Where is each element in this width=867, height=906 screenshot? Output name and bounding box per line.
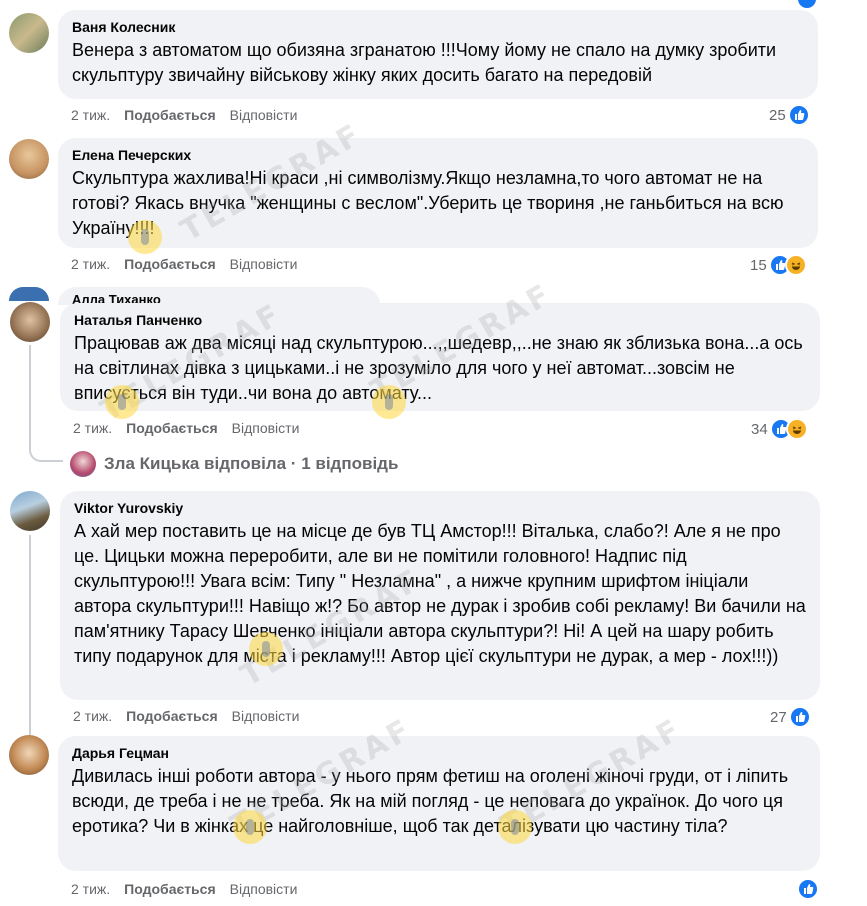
comment-text: Працював аж два місяці над скульптурою..… — [74, 333, 803, 403]
comment-actions: 2 тиж. Подобається Відповісти — [71, 256, 297, 272]
thread-line — [29, 535, 31, 735]
reaction-count: 15 — [750, 256, 767, 274]
like-button[interactable]: Подобається — [124, 256, 215, 272]
comment-actions: 2 тиж. Подобається Відповісти — [73, 420, 299, 436]
like-button[interactable]: Подобається — [124, 881, 215, 897]
replies-link-text: Зла Кицька відповіла · 1 відповідь — [104, 454, 399, 473]
comment-time[interactable]: 2 тиж. — [71, 881, 110, 897]
reply-button[interactable]: Відповісти — [230, 107, 298, 123]
reaction-count: 27 — [770, 708, 787, 726]
like-reaction-icon — [787, 104, 810, 126]
reaction-summary[interactable]: 15 — [750, 254, 807, 276]
like-reaction-icon — [797, 878, 819, 900]
reply-button[interactable]: Відповісти — [230, 881, 298, 897]
comment-author[interactable]: Елена Печерских — [72, 146, 804, 164]
comment-text: Скульптура жахлива!Ні краси ,ні символіз… — [72, 168, 784, 238]
comment-author[interactable]: Дарья Гецман — [72, 744, 806, 762]
comment-time[interactable]: 2 тиж. — [71, 256, 110, 272]
comment-text: А хай мер поставить це на місце де був Т… — [74, 521, 806, 666]
avatar — [70, 451, 96, 477]
comment-author[interactable]: Viktor Yurovskiy — [74, 499, 806, 517]
comment-bubble: Ваня Колесник Венера з автоматом що обиз… — [58, 10, 818, 99]
reaction-count: 34 — [751, 420, 768, 438]
avatar[interactable] — [9, 139, 49, 179]
like-button[interactable]: Подобається — [126, 420, 217, 436]
reply-button[interactable]: Відповісти — [232, 708, 300, 724]
comment-text: Венера з автоматом що обизяна згранатою … — [72, 40, 777, 85]
like-button[interactable]: Подобається — [126, 708, 217, 724]
avatar[interactable] — [9, 13, 49, 53]
comment-bubble: Елена Печерских Скульптура жахлива!Ні кр… — [58, 138, 818, 248]
like-reaction-icon — [788, 706, 811, 728]
comment-time[interactable]: 2 тиж. — [71, 107, 110, 123]
comment-bubble: Дарья Гецман Дивилась інші роботи автора… — [58, 736, 820, 871]
reaction-summary[interactable]: 27 — [770, 706, 811, 728]
comment-bubble: Наталья Панченко Працював аж два місяці … — [60, 303, 820, 411]
comment-time[interactable]: 2 тиж. — [73, 420, 112, 436]
haha-reaction-icon — [785, 418, 808, 440]
reaction-summary[interactable]: 34 — [751, 418, 808, 440]
comment-actions: 2 тиж. Подобається Відповісти — [73, 708, 299, 724]
comment-actions: 2 тиж. Подобається Відповісти — [71, 107, 297, 123]
reaction-summary[interactable]: 25 — [769, 104, 810, 126]
reaction-count: 25 — [769, 106, 786, 124]
like-button[interactable]: Подобається — [124, 107, 215, 123]
avatar[interactable] — [9, 735, 49, 775]
reply-button[interactable]: Відповісти — [232, 420, 300, 436]
thread-line — [29, 345, 63, 462]
comment-actions: 2 тиж. Подобається Відповісти — [71, 881, 297, 897]
reply-button[interactable]: Відповісти — [230, 256, 298, 272]
avatar[interactable] — [10, 302, 50, 342]
comment-author[interactable]: Наталья Панченко — [74, 311, 806, 329]
avatar[interactable] — [9, 287, 49, 301]
comment-text: Дивилась інші роботи автора - у нього пр… — [72, 766, 789, 836]
comment-time[interactable]: 2 тиж. — [73, 708, 112, 724]
comment-bubble: Viktor Yurovskiy А хай мер поставить це … — [60, 491, 820, 700]
haha-reaction-icon — [784, 254, 807, 276]
avatar[interactable] — [10, 491, 50, 531]
reaction-summary[interactable] — [797, 878, 819, 900]
view-replies-link[interactable]: Зла Кицька відповіла · 1 відповідь — [70, 451, 398, 477]
comment-author[interactable]: Ваня Колесник — [72, 18, 804, 36]
